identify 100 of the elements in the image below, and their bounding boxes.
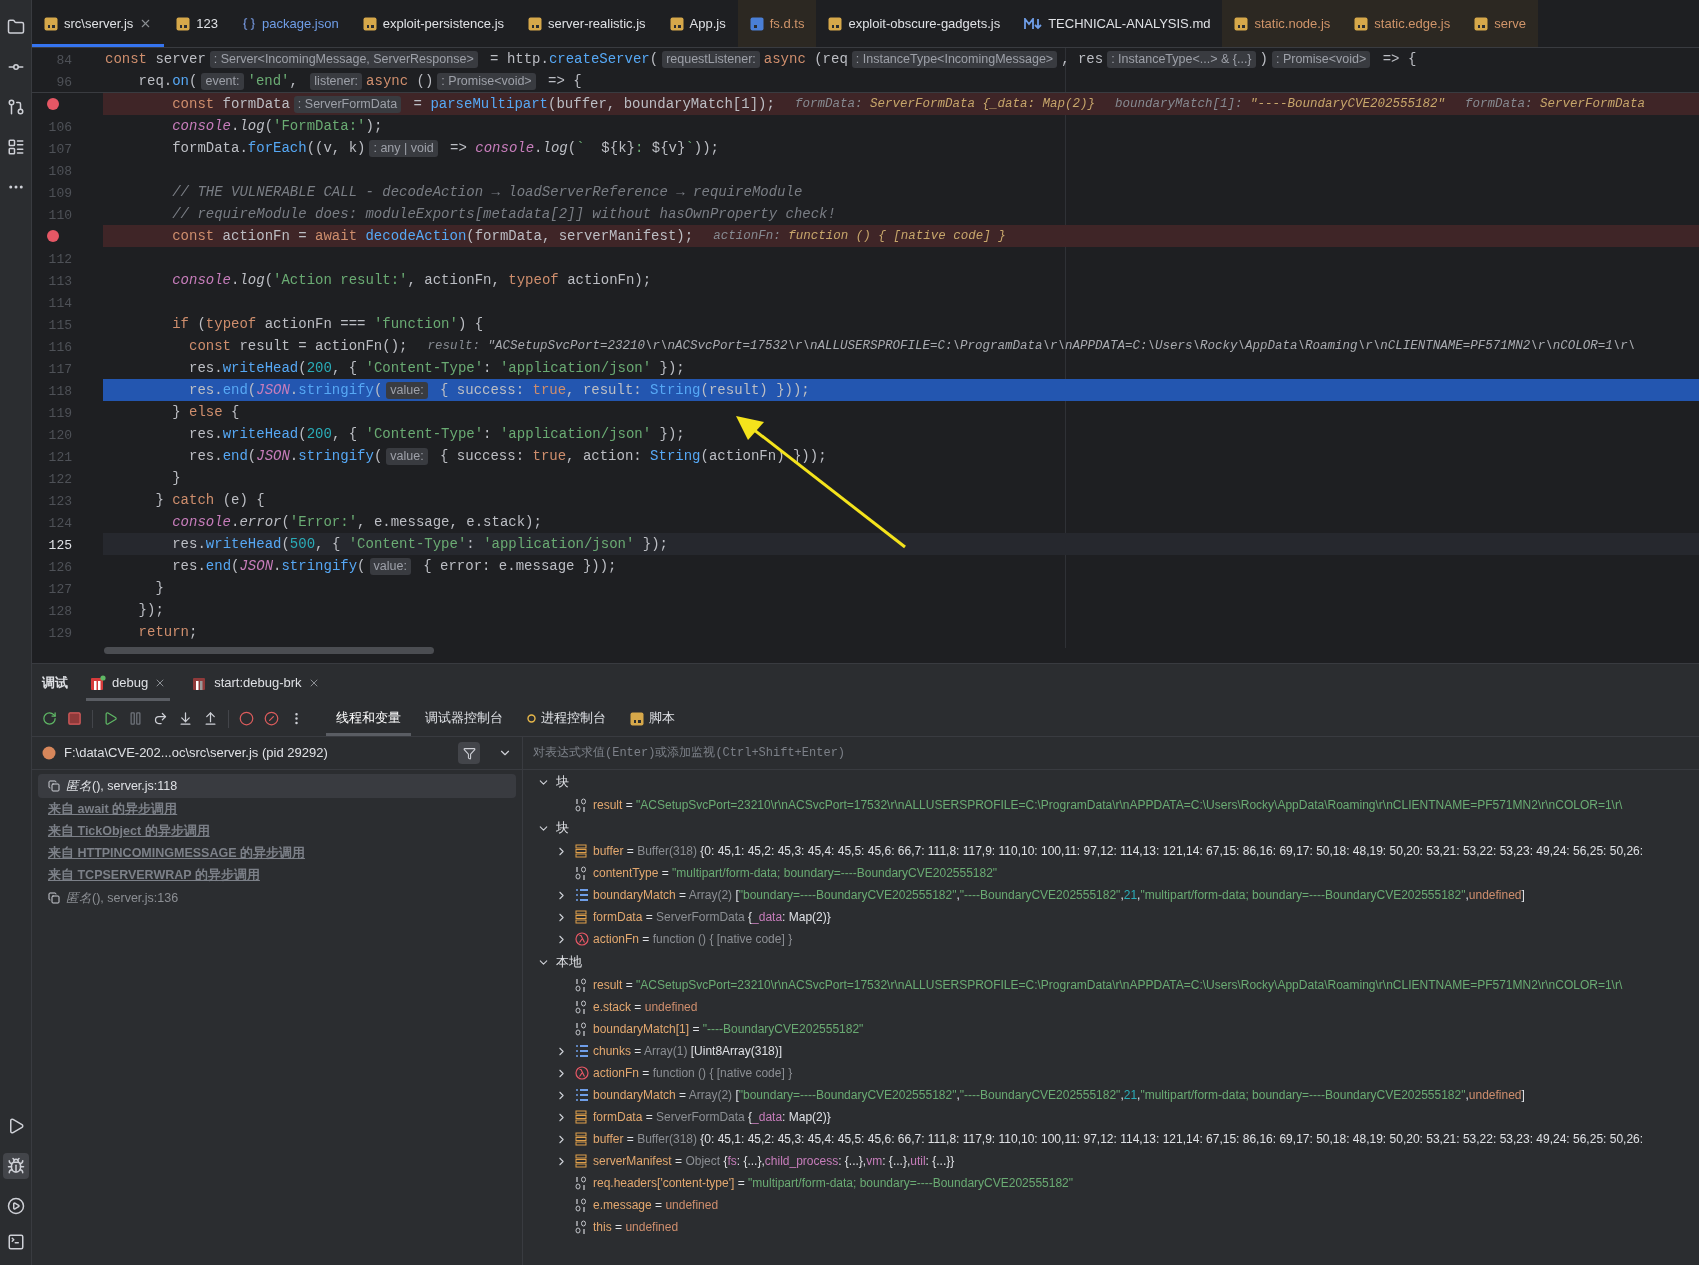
- run-tab[interactable]: debug: [86, 664, 171, 701]
- mute-breakpoints-icon[interactable]: [264, 711, 279, 726]
- variable-row[interactable]: this = undefined: [593, 1218, 679, 1236]
- variable-row[interactable]: e.message = undefined: [593, 1196, 719, 1214]
- editor-tab[interactable]: exploit-persistence.js: [350, 0, 517, 47]
- code-text: = http.createServer(: [489, 49, 659, 69]
- project-icon[interactable]: [6, 18, 25, 36]
- primitive-icon: [575, 1022, 587, 1036]
- scope-label[interactable]: 块: [556, 772, 569, 792]
- scope-label[interactable]: 本地: [556, 952, 582, 972]
- variable-row[interactable]: buffer = Buffer(318) {0: 45,1: 45,2: 45,3: 45,4: 45,5: 45,6: 66,7: 111,8: 117,9: 110,10: 100,11: 97,12: 114,13: 121,14: 67,15: 86,16: 69,17: 50,18: 48,19: 50,20: 53,21: 53,22: 53,23: 49,24: 56,25: 50,26:: [593, 1130, 1644, 1148]
- inlay-hint: : Promise<void>: [1271, 50, 1371, 68]
- code-text: res.writeHead(200, { 'Content-Type': 'application/json' });: [188, 358, 685, 378]
- watch-input[interactable]: 对表达式求值(Enter)或添加监视(Ctrl+Shift+Enter): [523, 737, 1699, 770]
- rerun-icon[interactable]: [42, 711, 57, 726]
- code-text: if (typeof actionFn === 'function') {: [171, 314, 484, 334]
- editor-tab[interactable]: static.edge.js: [1342, 0, 1463, 47]
- step-into-icon[interactable]: [178, 711, 193, 726]
- services-icon[interactable]: [6, 1197, 25, 1215]
- variable-row[interactable]: result = "ACSetupSvcPort=23210\r\nACSvcPort=17532\r\nALLUSERSPROFILE=C:\ProgramData\r\nAPPDATA=C:\Users\Rocky\AppData\Roaming\r\nCLIENTNAME=PF571MN2\r\nCOLOR=1\r\: [593, 976, 1623, 994]
- code-text: const formData: [171, 94, 290, 114]
- code-text: const actionFn = await decodeAction(formData, serverManifest);: [171, 226, 694, 246]
- editor-tab[interactable]: fs.d.ts: [737, 0, 817, 47]
- js-file-icon: [528, 16, 543, 31]
- code-text: }: [171, 468, 181, 488]
- variable-row[interactable]: formData = ServerFormData {_data: Map(2)}: [593, 908, 831, 926]
- frame-icon: [48, 780, 60, 792]
- editor-tab[interactable]: server-realistic.js: [516, 0, 658, 47]
- variable-row[interactable]: buffer = Buffer(318) {0: 45,1: 45,2: 45,3: 45,4: 45,5: 45,6: 66,7: 111,8: 117,9: 110,10: 100,11: 97,12: 114,13: 121,14: 67,15: 86,16: 69,17: 50,18: 48,19: 50,20: 53,21: 53,22: 53,23: 49,24: 56,25: 50,26:: [593, 842, 1644, 860]
- filter-button[interactable]: [458, 742, 480, 764]
- inline-value: boundaryMatch[1]: "----BoundaryCVE202555182": [1114, 95, 1445, 113]
- process-icon: [527, 714, 536, 723]
- filter-icon: [462, 746, 476, 760]
- pull-request-icon[interactable]: [6, 98, 25, 116]
- resume-icon[interactable]: [103, 711, 118, 726]
- panel-title: 调试: [42, 673, 68, 692]
- variable-row[interactable]: e.stack = undefined: [593, 998, 698, 1016]
- breakpoint-icon[interactable]: [46, 229, 60, 243]
- process-status-icon: [42, 746, 56, 760]
- process-label[interactable]: F:\data\CVE-202...oc\src\server.js (pid 29292): [64, 743, 328, 763]
- variable-row[interactable]: boundaryMatch = Array(2) ["boundary=----BoundaryCVE202555182","----BoundaryCVE202555182",21,"multipart/form-data; boundary=----BoundaryCVE202555182",undefined]: [593, 886, 1525, 904]
- json-file-icon: [242, 16, 257, 31]
- stack-frame[interactable]: 匿名(), server.js:118: [38, 774, 516, 798]
- variable-row[interactable]: contentType = "multipart/form-data; boundary=----BoundaryCVE202555182": [593, 864, 998, 882]
- inlay-hint: event:: [201, 72, 244, 90]
- variable-row[interactable]: chunks = Array(1) [Uint8Array(318)]: [593, 1042, 783, 1060]
- object-icon: [575, 910, 587, 924]
- variable-row[interactable]: boundaryMatch[1] = "----BoundaryCVE202555182": [593, 1020, 864, 1038]
- primitive-icon: [575, 1000, 587, 1014]
- scope-label[interactable]: 块: [556, 818, 569, 838]
- code-text: } catch (e) {: [154, 490, 265, 510]
- bug-icon: [6, 1157, 25, 1175]
- variable-row[interactable]: formData = ServerFormData {_data: Map(2)}: [593, 1108, 831, 1126]
- run-tab[interactable]: start:debug-brk: [188, 664, 324, 701]
- markdown-file-icon: [1024, 17, 1043, 30]
- array-icon: [575, 1044, 589, 1058]
- variable-row[interactable]: boundaryMatch = Array(2) ["boundary=----BoundaryCVE202555182","----BoundaryCVE202555182",21,"multipart/form-data; boundary=----BoundaryCVE202555182",undefined]: [593, 1086, 1525, 1104]
- step-over-icon[interactable]: [153, 711, 168, 726]
- editor-tab[interactable]: static.node.js: [1222, 0, 1343, 47]
- terminal-icon[interactable]: [6, 1233, 25, 1251]
- variable-row[interactable]: result = "ACSetupSvcPort=23210\r\nACSvcPort=17532\r\nALLUSERSPROFILE=C:\ProgramData\r\nAPPDATA=C:\Users\Rocky\AppData\Roaming\r\nCLIENTNAME=PF571MN2\r\nCOLOR=1\r\: [593, 796, 1623, 814]
- editor-tab[interactable]: exploit-obscure-gadgets.js: [816, 0, 1013, 47]
- js-file-icon: [669, 16, 684, 31]
- inlay-hint: : Promise<void>: [437, 72, 536, 90]
- view-tab[interactable]: 脚本: [620, 701, 685, 736]
- code-text: 'end',: [247, 71, 299, 91]
- js-file-icon: [1234, 16, 1249, 31]
- variable-row[interactable]: req.headers['content-type'] = "multipart/form-data; boundary=----BoundaryCVE202555182": [593, 1174, 1074, 1192]
- js-file-icon: [630, 711, 644, 726]
- breakpoints-icon[interactable]: [239, 711, 254, 726]
- editor-tab[interactable]: src\server.js: [32, 0, 165, 47]
- stack-frame[interactable]: 匿名(), server.js:136: [38, 886, 516, 910]
- js-file-icon: [362, 16, 377, 31]
- view-tab[interactable]: 线程和变量: [326, 701, 411, 736]
- inlay-hint: value:: [386, 447, 428, 465]
- step-out-icon[interactable]: [203, 711, 218, 726]
- array-icon: [575, 888, 589, 902]
- variable-row[interactable]: actionFn = function () { [native code] }: [593, 930, 793, 948]
- editor-tab[interactable]: 123: [164, 0, 231, 47]
- debug-tool-button[interactable]: [2, 1153, 29, 1179]
- editor-tab[interactable]: serve: [1462, 0, 1538, 47]
- stop-icon[interactable]: [67, 711, 82, 726]
- code-text: { error: e.message }));: [422, 556, 617, 576]
- running-config-icon: [90, 674, 106, 691]
- variable-row[interactable]: actionFn = function () { [native code] }: [593, 1064, 793, 1082]
- scrollbar[interactable]: [104, 647, 434, 654]
- pause-icon[interactable]: [128, 711, 143, 726]
- view-tab[interactable]: 进程控制台: [517, 701, 616, 736]
- editor-tab[interactable]: TECHNICAL-ANALYSIS.md: [1012, 0, 1223, 47]
- object-icon: [575, 1132, 587, 1146]
- code-text: async (req: [763, 49, 848, 69]
- view-tab[interactable]: 调试器控制台: [415, 701, 513, 736]
- inline-value: formData: ServerFormData {_data: Map(2)}: [794, 95, 1095, 113]
- code-text: formData.forEach((v, k): [171, 138, 366, 158]
- structure-icon[interactable]: [6, 138, 25, 156]
- editor-tab[interactable]: package.json: [230, 0, 351, 47]
- breakpoint-icon[interactable]: [46, 97, 60, 111]
- code-text: console.error('Error:', e.message, e.stack);: [171, 512, 542, 532]
- variable-row[interactable]: serverManifest = Object {fs: {...},child_process: {...},vm: {...},util: {...}}: [593, 1152, 955, 1170]
- editor-tab[interactable]: App.js: [657, 0, 738, 47]
